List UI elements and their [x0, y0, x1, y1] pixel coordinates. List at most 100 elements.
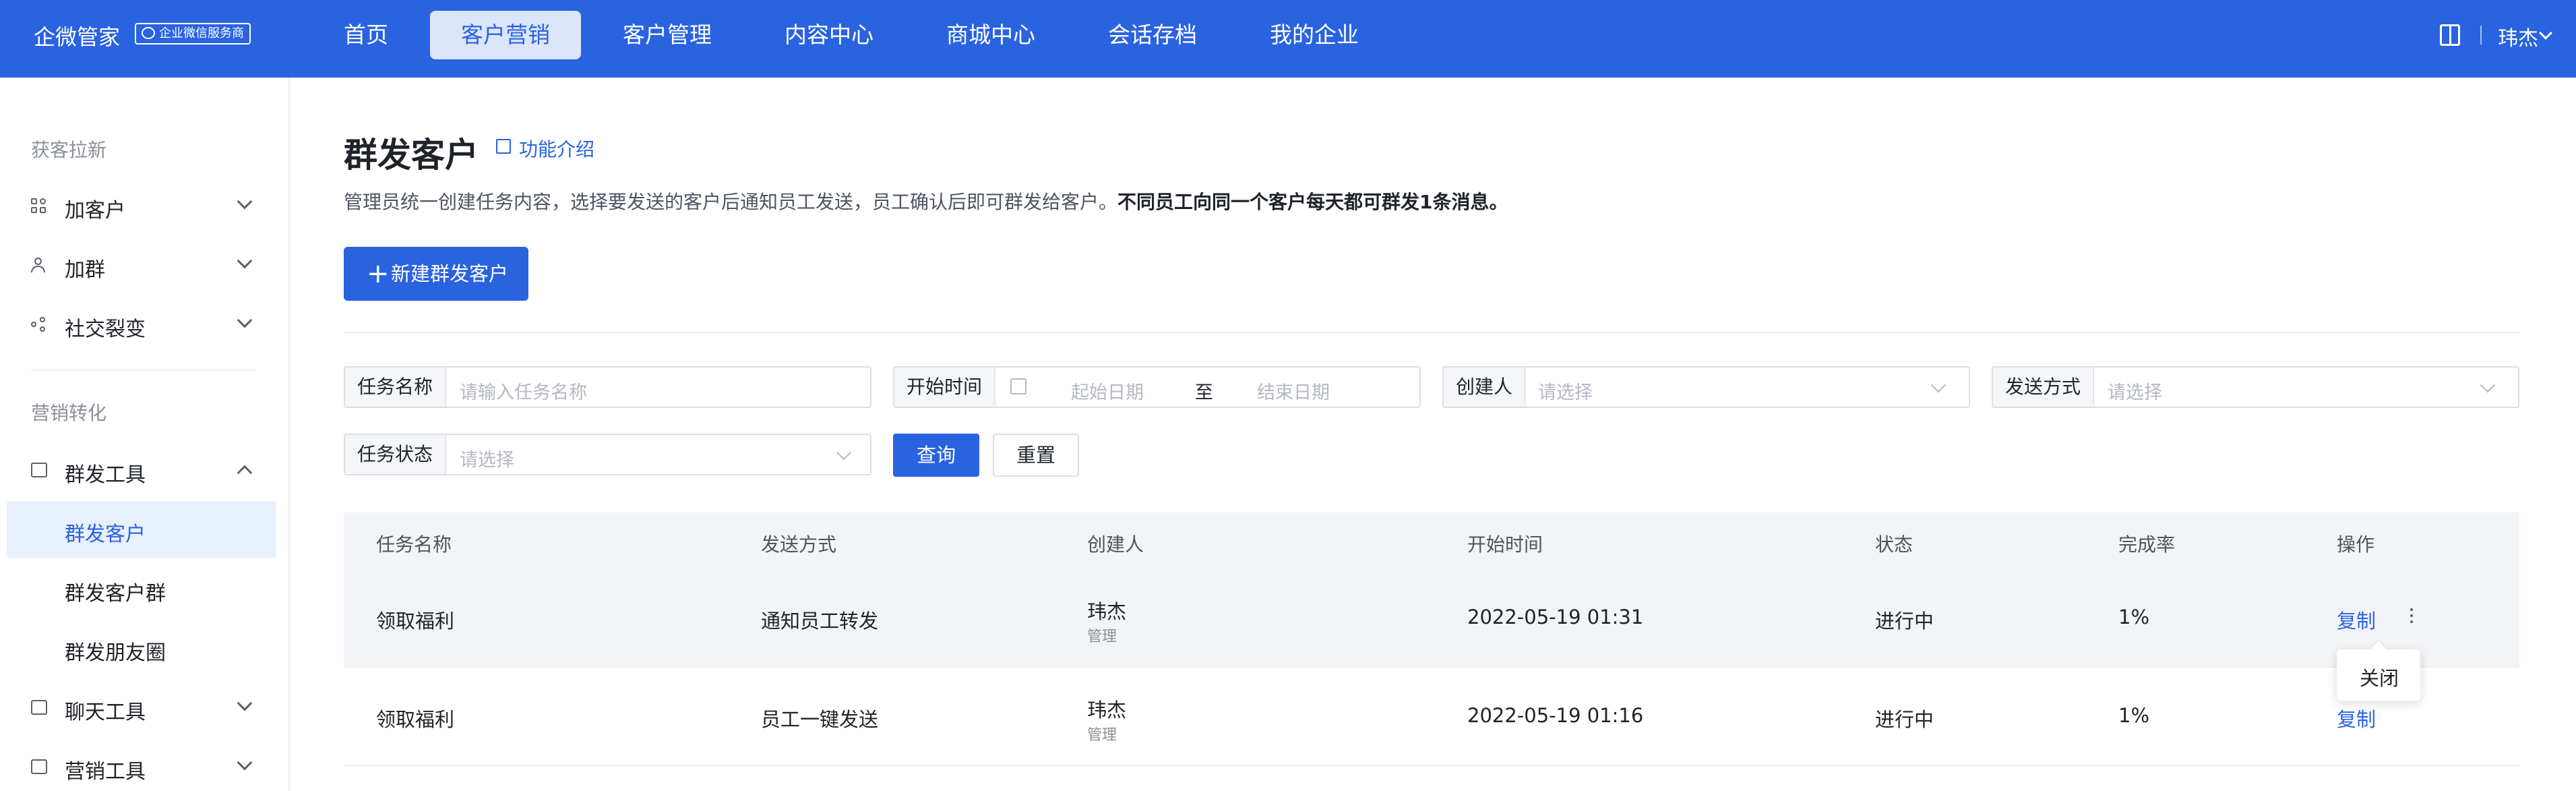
brand-badge-label: 企业微信服务商 [159, 26, 244, 40]
task-status-label: 任务状态 [345, 435, 447, 474]
send-icon [31, 463, 47, 477]
start-time-label: 开始时间 [894, 368, 996, 407]
task-name-filter[interactable]: 任务名称 请输入任务名称 [344, 366, 871, 408]
user-name[interactable]: 玮杰 [2498, 22, 2538, 51]
sidebar-item-mass-send-tools[interactable]: 群发工具 [0, 442, 276, 498]
task-status-select[interactable]: 请选择 [460, 445, 514, 471]
reset-button[interactable]: 重置 [993, 434, 1079, 477]
column-header: 操作 [2337, 533, 2375, 556]
sidebar-item-label: 社交裂变 [65, 318, 146, 341]
copy-button[interactable]: 复制 [2337, 704, 2376, 732]
copy-button[interactable]: 复制 [2337, 606, 2376, 634]
creator-label: 创建人 [1444, 368, 1527, 407]
completion-rate-cell: 1% [2118, 606, 2150, 628]
send-method-cell: 通知员工转发 [761, 610, 879, 633]
column-header: 开始时间 [1467, 533, 1543, 556]
calendar-icon [1010, 378, 1026, 394]
close-task-menu-item[interactable]: 关闭 [2360, 663, 2399, 691]
share-icon [31, 317, 47, 332]
nav-item-mall-center[interactable]: 商城中心 [930, 11, 1051, 59]
nav-item-my-enterprise[interactable]: 我的企业 [1254, 11, 1375, 59]
query-button[interactable]: 查询 [893, 434, 979, 477]
column-header: 状态 [1875, 533, 1913, 556]
sidebar-subitem-mass-send-group[interactable]: 群发客户群 [7, 560, 276, 617]
chevron-down-icon [237, 755, 253, 771]
send-method-cell: 员工一键发送 [761, 708, 879, 731]
creator-select[interactable]: 请选择 [1538, 378, 1593, 404]
new-mass-send-label: 新建群发客户 [391, 262, 509, 285]
task-status-filter[interactable]: 任务状态 请选择 [344, 434, 871, 475]
chevron-down-icon [836, 444, 852, 461]
plus-icon: + [367, 258, 390, 289]
chevron-down-icon [237, 194, 253, 210]
sidebar-item-marketing-tools[interactable]: 营销工具 [0, 738, 276, 791]
start-time-cell: 2022-05-19 01:16 [1467, 704, 1644, 727]
book-icon [496, 139, 511, 154]
send-method-select[interactable]: 请选择 [2108, 378, 2162, 404]
sidebar-item-social-fission[interactable]: 社交裂变 [0, 296, 276, 353]
more-vertical-icon[interactable] [2409, 608, 2414, 628]
creator-filter[interactable]: 创建人 请选择 [1442, 366, 1970, 408]
table-row: 领取福利 员工一键发送 玮杰 管理 2022-05-19 01:16 进行中 1… [344, 668, 2519, 766]
chevron-down-icon [237, 253, 253, 269]
page-description: 管理员统一创建任务内容，选择要发送的客户后通知员工发送，员工确认后即可群发给客户… [344, 187, 1508, 214]
table-row: 领取福利 通知员工转发 玮杰 管理 2022-05-19 01:31 进行中 1… [344, 569, 2519, 668]
start-time-filter[interactable]: 开始时间 起始日期 至 结束日期 [893, 366, 1421, 408]
chevron-up-icon [237, 465, 253, 481]
date-range-separator: 至 [1195, 382, 1213, 403]
status-cell: 进行中 [1875, 708, 1934, 731]
nav-item-customer-marketing[interactable]: 客户营销 [430, 11, 581, 59]
column-header: 创建人 [1087, 533, 1144, 556]
page-title: 群发客户 [344, 136, 479, 175]
chevron-down-icon [237, 695, 253, 711]
new-mass-send-button[interactable]: + 新建群发客户 [344, 247, 528, 301]
start-date-input[interactable]: 起始日期 [1071, 378, 1144, 404]
sidebar-item-add-customer[interactable]: 加客户 [0, 177, 276, 234]
nav-item-content-center[interactable]: 内容中心 [768, 11, 890, 59]
task-name-input[interactable]: 请输入任务名称 [460, 378, 587, 404]
chevron-down-icon [237, 312, 253, 328]
end-date-input[interactable]: 结束日期 [1257, 378, 1330, 404]
top-nav-bar: 企微管家 企业微信服务商 首页 客户营销 客户管理 内容中心 商城中心 会话存档… [0, 0, 2576, 78]
brand-badge: 企业微信服务商 [135, 23, 251, 45]
sidebar-item-label: 聊天工具 [65, 701, 146, 724]
sidebar-divider [31, 370, 257, 371]
send-method-filter[interactable]: 发送方式 请选择 [1992, 366, 2519, 408]
chevron-down-icon[interactable] [2539, 26, 2552, 40]
sidebar-subitem-mass-send-customer[interactable]: 群发客户 [7, 501, 276, 558]
column-header: 发送方式 [761, 533, 837, 556]
column-header: 完成率 [2118, 533, 2176, 556]
grid-icon [31, 198, 47, 213]
creator-role-cell: 管理 [1087, 628, 1117, 645]
completion-rate-cell: 1% [2118, 704, 2150, 727]
nav-item-session-archive[interactable]: 会话存档 [1092, 11, 1213, 59]
creator-cell: 玮杰 [1087, 699, 1127, 722]
creator-role-cell: 管理 [1087, 727, 1117, 744]
sidebar-subitem-mass-send-moments[interactable]: 群发朋友圈 [7, 620, 276, 676]
wecom-icon [142, 27, 155, 39]
sidebar-item-label: 营销工具 [65, 760, 146, 784]
send-method-label: 发送方式 [1993, 368, 2095, 407]
sidebar-subitem-label: 群发朋友圈 [65, 641, 166, 665]
nav-item-customer-management[interactable]: 客户管理 [607, 11, 728, 59]
feature-intro-label: 功能介绍 [519, 138, 595, 160]
column-header: 任务名称 [376, 533, 452, 556]
top-divider [2480, 26, 2482, 45]
chevron-down-icon [1930, 377, 1946, 393]
sidebar-item-label: 加客户 [65, 199, 125, 223]
nav-item-home[interactable]: 首页 [324, 11, 408, 59]
sidebar-group-convert: 营销转化 [31, 402, 107, 424]
task-name-cell: 领取福利 [376, 708, 455, 731]
brand-name: 企微管家 [34, 24, 121, 50]
sidebar-item-add-group[interactable]: 加群 [0, 237, 276, 293]
start-time-cell: 2022-05-19 01:31 [1467, 606, 1644, 628]
chat-icon [31, 700, 47, 715]
sidebar-item-label: 群发工具 [65, 463, 146, 487]
table-header: 任务名称 发送方式 创建人 开始时间 状态 完成率 操作 [344, 512, 2519, 569]
creator-cell: 玮杰 [1087, 600, 1127, 623]
sidebar-subitem-label: 群发客户群 [65, 582, 166, 606]
sidebar-item-chat-tools[interactable]: 聊天工具 [0, 679, 276, 736]
help-book-icon[interactable] [2440, 24, 2460, 46]
section-divider [344, 332, 2519, 333]
chevron-down-icon [2480, 377, 2496, 393]
